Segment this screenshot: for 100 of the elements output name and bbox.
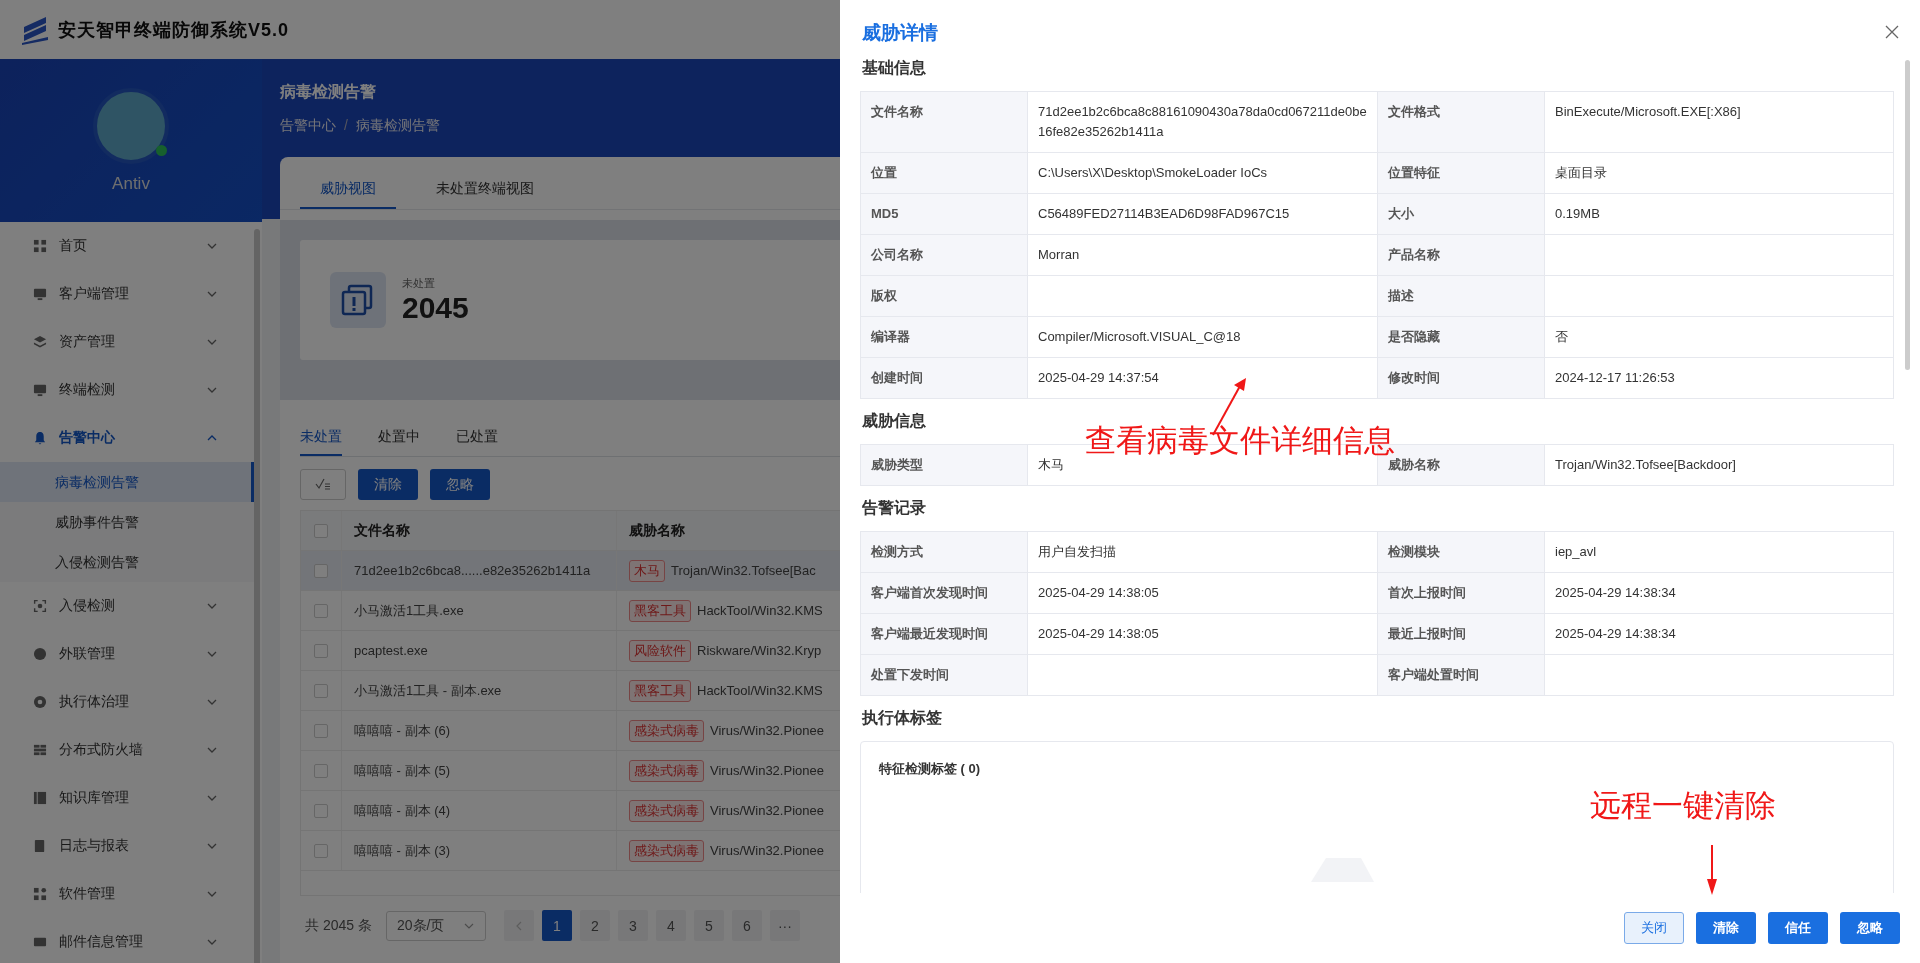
- table-row[interactable]: pcaptest.exe 风险软件 Riskware/Win32.Kryp: [301, 631, 840, 671]
- menu-item[interactable]: 日志与报表: [0, 822, 254, 870]
- checklist-icon: [315, 477, 331, 490]
- panel-title: 特征检测标签 ( 0): [879, 760, 982, 778]
- footer-button[interactable]: 信任: [1768, 912, 1828, 944]
- field-value: Trojan/Win32.Tofsee[Backdoor]: [1554, 456, 1737, 474]
- circle-icon: [33, 647, 47, 661]
- field-label: 客户端最近发现时间: [861, 614, 1028, 654]
- table-row[interactable]: 小马激活1工具.exe 黑客工具 HackTool/Win32.KMS: [301, 591, 840, 631]
- field-label: 描述: [1378, 276, 1545, 316]
- menu-item[interactable]: 入侵检测: [0, 582, 254, 630]
- monitor-icon: [33, 287, 47, 301]
- field-label: 创建时间: [861, 358, 1028, 398]
- checkbox[interactable]: [314, 523, 328, 538]
- checkbox[interactable]: [314, 563, 328, 578]
- field-label: 威胁类型: [861, 445, 1028, 485]
- breadcrumb-link[interactable]: 告警中心: [280, 117, 336, 135]
- checkbox[interactable]: [314, 763, 328, 778]
- footer-button[interactable]: 关闭: [1624, 912, 1684, 944]
- menu-item[interactable]: 知识库管理: [0, 774, 254, 822]
- breadcrumb-link[interactable]: 病毒检测告警: [355, 117, 440, 135]
- page-button[interactable]: 5: [693, 910, 724, 941]
- field-label: 首次上报时间: [1378, 573, 1545, 613]
- menu-item[interactable]: 外联管理: [0, 630, 254, 678]
- status-tab[interactable]: 处置中: [378, 420, 420, 456]
- alert-stack-icon: [330, 272, 386, 328]
- page-button[interactable]: 1: [541, 910, 572, 941]
- menu-item[interactable]: 邮件信息管理: [0, 918, 254, 963]
- scrollbar[interactable]: [254, 229, 260, 963]
- column-header: 文件名称: [341, 511, 616, 550]
- table-cell: HackTool/Win32.KMS: [697, 683, 823, 698]
- table-row[interactable]: 小马激活1工具 - 副本.exe 黑客工具 HackTool/Win32.KMS: [301, 671, 840, 711]
- close-icon: [1885, 25, 1899, 39]
- action-button[interactable]: 清除: [358, 469, 418, 500]
- select-button[interactable]: [300, 469, 346, 500]
- close-button[interactable]: [1884, 25, 1900, 41]
- menu-item[interactable]: 软件管理: [0, 870, 254, 918]
- table-row[interactable]: 71d2ee1b2c6bca8......e82e35262b1411a 木马 Trojan/Win32.Tofsee[Bac: [301, 551, 840, 591]
- page-button[interactable]: 3: [617, 910, 648, 941]
- menu-item[interactable]: 执行体治理: [0, 678, 254, 726]
- mail-icon: [33, 935, 47, 949]
- threat-tag: 黑客工具: [629, 679, 691, 702]
- checkbox[interactable]: [314, 683, 328, 698]
- footer-button[interactable]: 忽略: [1840, 912, 1900, 944]
- table-row[interactable]: 嘻嘻嘻 - 副本 (5) 感染式病毒 Virus/Win32.Pionee: [301, 751, 840, 791]
- field-label: 客户端处置时间: [1378, 655, 1545, 695]
- table-cell: Virus/Win32.Pionee: [710, 843, 824, 858]
- section-title: 基础信息: [862, 58, 927, 78]
- page-button[interactable]: 6: [731, 910, 762, 941]
- checkbox[interactable]: [314, 843, 328, 858]
- stat-value: 2045: [402, 290, 469, 325]
- previous-page-button[interactable]: [503, 910, 534, 941]
- menu-item[interactable]: 终端检测: [0, 366, 254, 414]
- grid-icon: [33, 239, 47, 253]
- submenu-item[interactable]: 病毒检测告警: [0, 462, 254, 502]
- page-button[interactable]: 4: [655, 910, 686, 941]
- checkbox[interactable]: [314, 803, 328, 818]
- submenu-item[interactable]: 威胁事件告警: [0, 502, 254, 542]
- field-label: 文件名称: [861, 92, 1028, 152]
- checkbox[interactable]: [314, 603, 328, 618]
- table-cell: 小马激活1工具 - 副本.exe: [341, 671, 616, 710]
- status-tab[interactable]: 未处置: [300, 420, 342, 456]
- table-cell: 嘻嘻嘻 - 副本 (3): [341, 831, 616, 870]
- breadcrumb-separator: /: [344, 117, 348, 135]
- page-size-select[interactable]: 20条/页: [385, 910, 486, 941]
- menu-item[interactable]: 资产管理: [0, 318, 254, 366]
- field-label: 公司名称: [861, 235, 1028, 275]
- threat-tag: 感染式病毒: [629, 799, 704, 822]
- status-tab[interactable]: 已处置: [456, 420, 498, 456]
- submenu-item[interactable]: 入侵检测告警: [0, 542, 254, 582]
- page-button[interactable]: 2: [579, 910, 610, 941]
- menu-item[interactable]: 客户端管理: [0, 270, 254, 318]
- footer-button[interactable]: 清除: [1696, 912, 1756, 944]
- target-icon: [33, 695, 47, 709]
- field-label: MD5: [861, 194, 1028, 234]
- field-label: 产品名称: [1378, 235, 1545, 275]
- field-label: 编译器: [861, 317, 1028, 357]
- table-cell: 71d2ee1b2c6bca8......e82e35262b1411a: [341, 551, 616, 590]
- field-value: 桌面目录: [1554, 164, 1608, 182]
- scrollbar[interactable]: [1905, 60, 1910, 370]
- table-row[interactable]: 嘻嘻嘻 - 副本 (4) 感染式病毒 Virus/Win32.Pionee: [301, 791, 840, 831]
- section-title: 威胁信息: [862, 411, 927, 431]
- table-cell: 嘻嘻嘻 - 副本 (5): [341, 751, 616, 790]
- checkbox[interactable]: [314, 643, 328, 658]
- view-tab[interactable]: 未处置终端视图: [416, 157, 554, 209]
- action-button[interactable]: 忽略: [430, 469, 490, 500]
- menu-item[interactable]: 分布式防火墙: [0, 726, 254, 774]
- menu-item[interactable]: 首页: [0, 222, 254, 270]
- bell-icon: [33, 431, 47, 445]
- field-label: 位置特征: [1378, 153, 1545, 193]
- menu-item[interactable]: 告警中心: [0, 414, 254, 462]
- more-pages-button[interactable]: ···: [769, 910, 800, 941]
- document-icon: [33, 839, 47, 853]
- field-value: 0.19MB: [1554, 205, 1601, 223]
- threat-tag: 风险软件: [629, 639, 691, 662]
- checkbox[interactable]: [314, 723, 328, 738]
- table-cell: pcaptest.exe: [341, 631, 616, 670]
- table-row[interactable]: 嘻嘻嘻 - 副本 (3) 感染式病毒 Virus/Win32.Pionee: [301, 831, 840, 871]
- view-tab[interactable]: 威胁视图: [300, 157, 396, 209]
- table-row[interactable]: 嘻嘻嘻 - 副本 (6) 感染式病毒 Virus/Win32.Pionee: [301, 711, 840, 751]
